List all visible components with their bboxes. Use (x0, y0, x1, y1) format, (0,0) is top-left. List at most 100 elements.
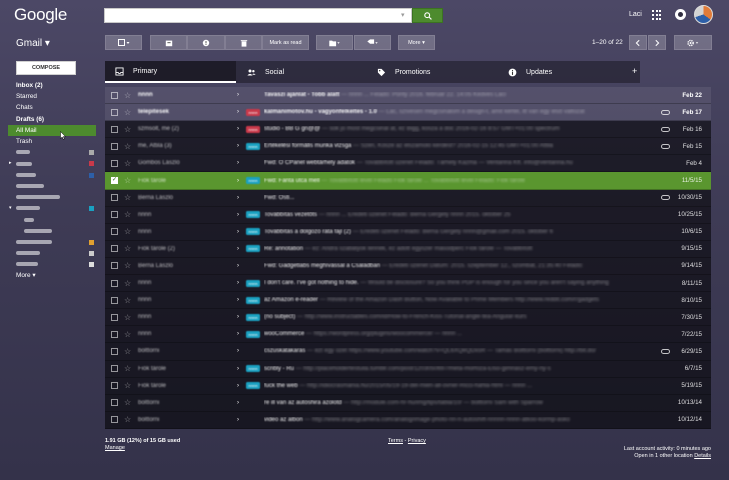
row-checkbox[interactable] (111, 296, 118, 304)
sidebar-label-item[interactable] (0, 225, 100, 236)
importance-marker-icon[interactable]: › (237, 229, 239, 235)
more-actions-button[interactable]: More ▾ (398, 35, 435, 50)
newer-button[interactable] (629, 35, 647, 50)
row-checkbox[interactable] (111, 211, 118, 219)
sidebar-item-chats[interactable]: Chats (0, 102, 100, 113)
expand-arrow-icon[interactable]: ▸ (9, 158, 12, 169)
importance-marker-icon[interactable]: › (237, 246, 239, 252)
table-row[interactable]: ☆ me, Attila (3) › nnnn Értékelési formális … (105, 138, 711, 156)
row-checkbox[interactable] (111, 347, 118, 355)
importance-marker-icon[interactable]: › (237, 212, 239, 218)
star-icon[interactable]: ☆ (124, 210, 131, 219)
sidebar-more[interactable]: More ▾ (0, 270, 100, 281)
star-icon[interactable]: ☆ (124, 347, 131, 356)
table-row[interactable]: ☆ szmsolt, me (2) › nnnn stúdió - BB G gn@@ … (105, 121, 711, 139)
move-to-button[interactable] (316, 35, 353, 50)
star-icon[interactable]: ☆ (124, 159, 131, 168)
tab-promotions[interactable]: Promotions (377, 61, 502, 83)
star-icon[interactable]: ☆ (124, 364, 131, 373)
user-name[interactable]: Laci (629, 11, 642, 18)
sidebar-label-item[interactable] (0, 181, 100, 192)
row-checkbox[interactable] (111, 159, 118, 167)
importance-marker-icon[interactable]: › (237, 160, 239, 166)
table-row[interactable]: ☆ Berna László › Fwd: Gadgetlabs meghívássa… (105, 257, 711, 276)
importance-marker-icon[interactable]: › (237, 126, 239, 132)
importance-marker-icon[interactable]: › (237, 383, 239, 389)
search-options-icon[interactable]: ▾ (401, 11, 409, 20)
star-icon[interactable]: ☆ (124, 91, 131, 100)
avatar[interactable] (694, 5, 713, 24)
label-color-swatch[interactable] (89, 250, 94, 256)
star-icon[interactable]: ☆ (124, 330, 131, 339)
row-checkbox[interactable] (111, 365, 118, 373)
label-color-swatch[interactable] (89, 150, 94, 156)
importance-marker-icon[interactable]: › (237, 400, 239, 406)
settings-button[interactable] (674, 35, 712, 50)
row-checkbox[interactable] (111, 125, 118, 133)
label-color-swatch[interactable] (89, 161, 94, 167)
label-color-swatch[interactable] (89, 172, 94, 178)
tab-updates[interactable]: Updates (508, 61, 633, 83)
row-checkbox[interactable] (111, 279, 118, 287)
sidebar-label-item[interactable] (0, 237, 100, 248)
star-icon[interactable]: ☆ (124, 125, 131, 134)
row-checkbox[interactable] (111, 330, 118, 338)
star-icon[interactable]: ☆ (124, 261, 131, 270)
archive-button[interactable] (150, 35, 187, 50)
terms-link[interactable]: Terms (388, 438, 403, 444)
report-spam-button[interactable] (187, 35, 225, 50)
importance-marker-icon[interactable]: › (237, 178, 239, 184)
row-checkbox[interactable] (111, 194, 118, 202)
star-icon[interactable]: ☆ (124, 415, 131, 424)
importance-marker-icon[interactable]: › (237, 109, 239, 115)
sidebar-item-starred[interactable]: Starred (0, 91, 100, 102)
apps-grid-icon[interactable] (652, 10, 662, 20)
label-color-swatch[interactable] (89, 206, 94, 212)
star-icon[interactable]: ☆ (124, 108, 131, 117)
importance-marker-icon[interactable]: › (237, 366, 239, 372)
importance-marker-icon[interactable]: › (237, 280, 239, 286)
label-color-swatch[interactable] (89, 239, 94, 245)
table-row[interactable]: ☆ Fiók tárole › nnnn Fwd: Fanta utca mell — … (105, 172, 711, 190)
star-icon[interactable]: ☆ (124, 142, 131, 151)
row-checkbox[interactable] (111, 416, 118, 424)
sidebar-item-inbox[interactable]: Inbox (2) (0, 80, 100, 91)
star-icon[interactable]: ☆ (124, 313, 131, 322)
importance-marker-icon[interactable]: › (237, 314, 239, 320)
tab-social[interactable]: Social (245, 61, 370, 83)
table-row[interactable]: ☆ nnnn › nnnn Továbbítás a dolgozó ráta fájl… (105, 223, 711, 241)
table-row[interactable]: ☆ bolttorni › re ill van az autóshira azolo… (105, 394, 711, 412)
delete-button[interactable] (225, 35, 262, 50)
sidebar-label-item[interactable] (0, 147, 100, 158)
importance-marker-icon[interactable]: › (237, 417, 239, 423)
row-checkbox[interactable] (111, 399, 118, 407)
table-row[interactable]: ☆ bolttorni › cszuskatakarás — ezt egy ozet… (105, 343, 711, 361)
table-row[interactable]: ☆ nnnn › nnnn I don't care. I've got nothing… (105, 275, 711, 293)
row-checkbox[interactable] (111, 262, 118, 270)
tab-primary[interactable]: Primary (105, 61, 236, 83)
privacy-link[interactable]: Privacy (408, 438, 426, 444)
importance-marker-icon[interactable]: › (237, 331, 239, 337)
star-icon[interactable]: ☆ (124, 296, 131, 305)
sidebar-label-item[interactable] (0, 259, 100, 270)
notifications-icon[interactable] (675, 9, 686, 20)
importance-marker-icon[interactable]: › (237, 92, 239, 98)
importance-marker-icon[interactable]: › (237, 143, 239, 149)
mark-as-read-button[interactable]: Mark as read (262, 35, 309, 50)
importance-marker-icon[interactable]: › (237, 195, 239, 201)
sidebar-item-trash[interactable]: Trash (0, 136, 100, 147)
table-row[interactable]: ☆ nnnn › nnnn wooCommerce — https://wordpres… (105, 326, 711, 344)
star-icon[interactable]: ☆ (124, 227, 131, 236)
importance-marker-icon[interactable]: › (237, 263, 239, 269)
row-checkbox[interactable] (111, 142, 118, 150)
details-link[interactable]: Details (694, 453, 711, 459)
sidebar-label-item[interactable] (0, 214, 100, 225)
star-icon[interactable]: ☆ (124, 244, 131, 253)
row-checkbox[interactable] (111, 382, 118, 390)
search-button[interactable] (412, 8, 443, 23)
manage-storage-link[interactable]: Manage (105, 445, 180, 452)
expand-arrow-icon[interactable]: ▾ (9, 203, 12, 214)
table-row[interactable]: ☆ bolttorni › video az albon — http://www.a… (105, 411, 711, 429)
search-input[interactable]: ▾ (104, 8, 412, 23)
star-icon[interactable]: ☆ (124, 381, 131, 390)
